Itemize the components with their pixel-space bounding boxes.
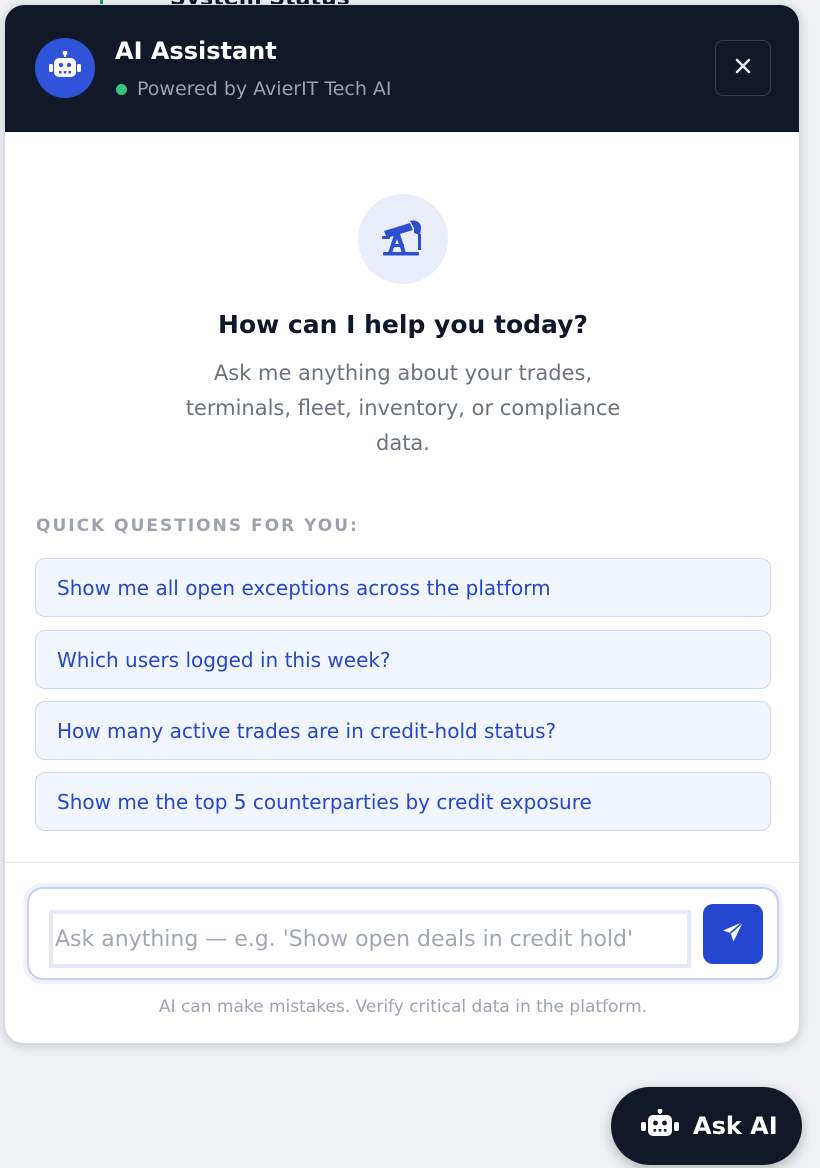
close-icon <box>735 58 751 78</box>
panel-header: AI Assistant Powered by AvierIT Tech AI <box>5 5 799 132</box>
send-button[interactable] <box>703 904 763 964</box>
online-status-dot <box>116 84 127 95</box>
quick-question-button[interactable]: Show me all open exceptions across the p… <box>35 558 771 617</box>
panel-subtitle: Powered by AvierIT Tech AI <box>137 78 392 100</box>
quick-questions-label: QUICK QUESTIONS FOR YOU: <box>36 516 359 536</box>
ask-ai-launcher-button[interactable]: Ask AI <box>611 1087 802 1165</box>
ai-disclaimer: AI can make mistakes. Verify critical da… <box>158 997 648 1017</box>
hero-icon-badge <box>358 194 448 284</box>
robot-icon <box>641 1108 679 1143</box>
send-icon <box>721 920 745 948</box>
robot-icon <box>49 50 81 85</box>
welcome-description: Ask me anything about your trades, termi… <box>185 361 621 455</box>
ask-ai-label: Ask AI <box>693 1112 778 1140</box>
welcome-heading: How can I help you today? <box>218 310 588 339</box>
ai-assistant-panel: AI Assistant Powered by AvierIT Tech AI <box>4 4 800 1044</box>
quick-question-button[interactable]: How many active trades are in credit-hol… <box>35 701 771 760</box>
oil-pump-icon <box>380 217 426 261</box>
quick-question-button[interactable]: Which users logged in this week? <box>35 630 771 689</box>
quick-question-button[interactable]: Show me the top 5 counterparties by cred… <box>35 772 771 831</box>
message-composer <box>27 887 779 980</box>
close-button[interactable] <box>715 40 771 96</box>
message-input[interactable] <box>49 910 691 968</box>
composer-divider <box>5 862 799 863</box>
panel-title: AI Assistant <box>115 37 277 65</box>
assistant-avatar <box>35 38 95 98</box>
